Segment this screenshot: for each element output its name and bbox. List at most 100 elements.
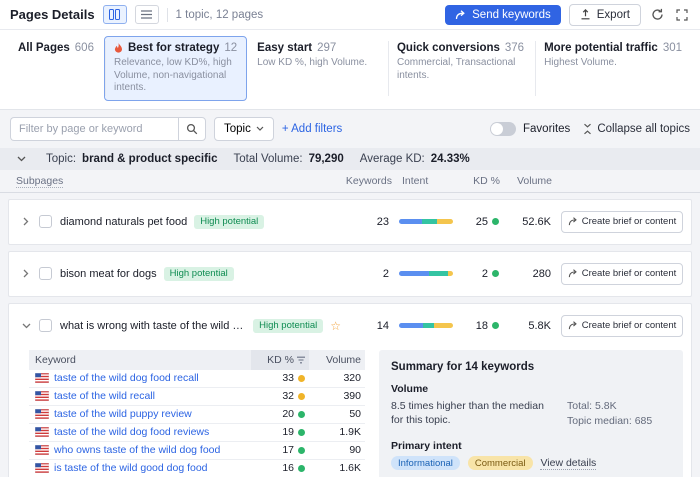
fire-icon — [114, 43, 123, 54]
refresh-button[interactable] — [649, 6, 666, 23]
kd-cell: 25 — [453, 216, 499, 228]
kd-value: 16 — [282, 462, 294, 474]
keyword-link[interactable]: taste of the wild puppy review — [54, 408, 251, 420]
top-bar: Pages Details 1 topic, 12 pages Send key… — [0, 0, 700, 30]
chevron-down-icon — [17, 156, 26, 162]
volume-text: 8.5 times higher than the median for thi… — [391, 399, 557, 431]
favorite-star-icon[interactable]: ☆ — [330, 319, 341, 333]
create-brief-label: Create brief or content — [582, 268, 677, 279]
tab-subtitle: Low KD %, high Volume. — [257, 57, 377, 70]
kd-value: 2 — [482, 268, 488, 280]
export-icon — [580, 9, 591, 20]
kd-dot — [298, 393, 305, 400]
page-name-link[interactable]: diamond naturals pet food — [60, 216, 187, 228]
create-brief-label: Create brief or content — [582, 216, 677, 227]
page-name-link[interactable]: bison meat for dogs — [60, 268, 157, 280]
summary-title: Summary for 14 keywords — [391, 361, 671, 373]
view-details-link[interactable]: View details — [540, 457, 596, 470]
kd-value: 25 — [476, 216, 488, 228]
tab-label: All Pages — [18, 42, 70, 54]
tab-subtitle: Highest Volume. — [544, 57, 682, 70]
keyword-link[interactable]: who owns taste of the wild dog food — [54, 444, 251, 456]
tab-count: 376 — [505, 42, 524, 54]
keywords-count: 2 — [341, 268, 389, 280]
chevron-right-icon — [23, 217, 29, 226]
summary-panel: Summary for 14 keywords Volume 8.5 times… — [379, 350, 683, 477]
collapse-icon — [583, 123, 592, 135]
keyword-table: Keyword KD % Volume taste of the wild do… — [29, 350, 365, 477]
header-subpages[interactable]: Subpages — [16, 175, 63, 188]
topic-dropdown[interactable]: Topic — [214, 117, 274, 141]
kd-value: 18 — [476, 320, 488, 332]
intent-badge-commercial: Commercial — [468, 456, 533, 470]
forward-arrow-icon — [568, 269, 578, 278]
us-flag-icon — [35, 391, 49, 401]
topic-name: brand & product specific — [82, 153, 217, 165]
topic-bar: Topic: brand & product specific Total Vo… — [0, 148, 700, 170]
refresh-icon — [651, 8, 664, 21]
average-kd-value: 24.33% — [431, 153, 470, 165]
favorites-toggle[interactable] — [490, 122, 516, 136]
list-view-button[interactable] — [135, 5, 159, 24]
grid-view-button[interactable] — [103, 5, 127, 24]
filter-bar: Topic + Add filters Favorites Collapse a… — [0, 110, 700, 148]
search-button[interactable] — [178, 117, 206, 141]
intent-badges-row: Informational Commercial View details — [391, 456, 671, 470]
strategy-tabs: All Pages606 Best for strategy12 Relevan… — [0, 30, 700, 110]
keyword-link[interactable]: is taste of the wild good dog food — [54, 462, 251, 474]
tab-all-pages[interactable]: All Pages 606 — [8, 36, 104, 101]
divider — [167, 8, 168, 22]
high-potential-badge: High potential — [253, 319, 323, 333]
tab-label: Easy start — [257, 42, 312, 54]
add-filters-link[interactable]: + Add filters — [282, 123, 342, 135]
tab-more-potential-traffic[interactable]: More potential traffic301 Highest Volume… — [534, 36, 692, 101]
kd-value: 20 — [282, 408, 294, 420]
us-flag-icon — [35, 445, 49, 455]
tab-count: 606 — [75, 42, 94, 54]
keyword-row: taste of the wild dog food recall 33 320 — [29, 370, 365, 388]
header-kd-sort[interactable]: KD % — [251, 350, 309, 370]
keyword-link[interactable]: taste of the wild dog food recall — [54, 372, 251, 384]
row-expand-chevron[interactable] — [17, 217, 35, 226]
page-name-link[interactable]: what is wrong with taste of the wild dog… — [60, 320, 246, 332]
filter-input[interactable] — [10, 117, 178, 141]
topic-median-label: Topic median: — [567, 415, 632, 427]
grid-icon — [109, 9, 120, 20]
tab-easy-start[interactable]: Easy start297 Low KD %, high Volume. — [247, 36, 387, 101]
export-button[interactable]: Export — [569, 4, 641, 26]
row-checkbox[interactable] — [39, 319, 52, 332]
row-checkbox[interactable] — [39, 215, 52, 228]
create-brief-button[interactable]: Create brief or content — [561, 211, 683, 233]
forward-arrow-icon — [568, 217, 578, 226]
kd-value: 33 — [282, 372, 294, 384]
header-intent: Intent — [392, 175, 454, 187]
tab-quick-conversions[interactable]: Quick conversions376 Commercial, Transac… — [387, 36, 534, 101]
kd-value: 32 — [282, 390, 294, 402]
create-brief-button[interactable]: Create brief or content — [561, 315, 683, 337]
tab-best-for-strategy[interactable]: Best for strategy12 Relevance, low KD%, … — [104, 36, 247, 101]
expanded-row-body: Keyword KD % Volume taste of the wild do… — [9, 348, 691, 477]
intent-bar — [399, 323, 453, 328]
create-brief-button[interactable]: Create brief or content — [561, 263, 683, 285]
row-checkbox[interactable] — [39, 267, 52, 280]
row-collapse-chevron[interactable] — [17, 323, 35, 329]
kd-dot — [298, 447, 305, 454]
topic-dropdown-label: Topic — [224, 123, 251, 135]
average-kd-label: Average KD: — [360, 153, 425, 165]
row-expand-chevron[interactable] — [17, 269, 35, 278]
tab-label: More potential traffic — [544, 42, 658, 54]
volume-value: 52.6K — [499, 216, 551, 228]
us-flag-icon — [35, 463, 49, 473]
keyword-link[interactable]: taste of the wild recall — [54, 390, 251, 402]
expand-button[interactable] — [674, 7, 690, 23]
keyword-link[interactable]: taste of the wild dog food reviews — [54, 426, 251, 438]
us-flag-icon — [35, 409, 49, 419]
favorites-label: Favorites — [523, 123, 570, 135]
send-keywords-button[interactable]: Send keywords — [445, 5, 561, 25]
kd-value: 19 — [282, 426, 294, 438]
collapse-all-topics[interactable]: Collapse all topics — [583, 123, 690, 135]
topic-collapse-chevron[interactable] — [12, 156, 30, 162]
tab-count: 12 — [224, 42, 237, 54]
chevron-right-icon — [23, 269, 29, 278]
tab-label: Best for strategy — [128, 42, 219, 54]
